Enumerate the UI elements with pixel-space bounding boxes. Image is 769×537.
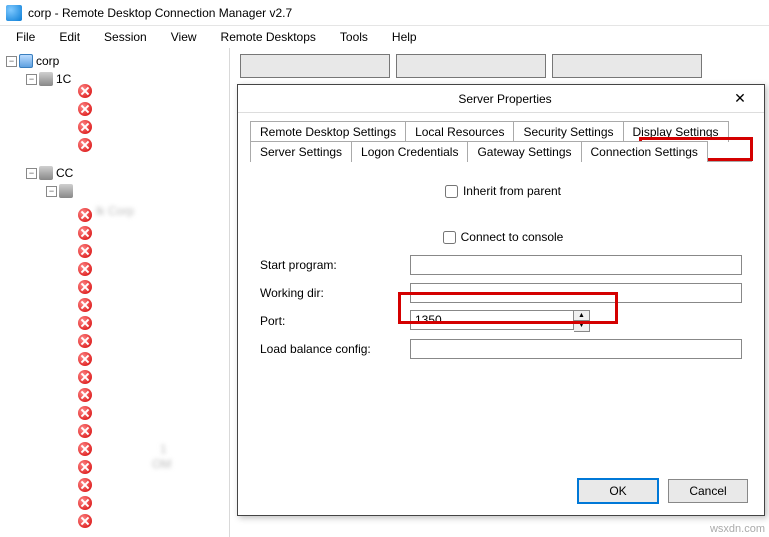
blur-text: lk Corp — [96, 204, 134, 218]
tree-root-label[interactable]: corp — [36, 54, 59, 68]
error-icon[interactable] — [78, 102, 92, 116]
server-thumbnail[interactable] — [552, 54, 702, 78]
inherit-checkbox[interactable] — [445, 185, 458, 198]
inherit-label: Inherit from parent — [463, 184, 561, 198]
error-icon[interactable] — [78, 316, 92, 330]
folder-icon — [19, 54, 33, 68]
tab-logon-credentials[interactable]: Logon Credentials — [351, 141, 468, 162]
server-thumbnail[interactable] — [240, 54, 390, 78]
error-icon[interactable] — [78, 460, 92, 474]
window-title: corp - Remote Desktop Connection Manager… — [28, 6, 292, 20]
tab-strip: Remote Desktop Settings Local Resources … — [250, 121, 752, 162]
watermark: wsxdn.com — [710, 523, 765, 535]
server-group-icon — [39, 166, 53, 180]
collapse-icon[interactable]: − — [6, 56, 17, 67]
error-icon[interactable] — [78, 298, 92, 312]
error-icon[interactable] — [78, 84, 92, 98]
connect-console-label: Connect to console — [461, 230, 564, 244]
server-properties-dialog: Server Properties ✕ Remote Desktop Setti… — [237, 84, 765, 516]
collapse-icon[interactable]: − — [26, 74, 37, 85]
server-tree[interactable]: − corp − 1C − CC − lk Corp — [0, 48, 230, 537]
dialog-titlebar[interactable]: Server Properties ✕ — [238, 85, 764, 113]
tab-server-settings[interactable]: Server Settings — [250, 141, 352, 162]
tab-display-settings[interactable]: Display Settings — [623, 121, 729, 142]
tab-security-settings[interactable]: Security Settings — [513, 121, 623, 142]
dialog-title: Server Properties — [246, 92, 724, 106]
error-icon[interactable] — [78, 514, 92, 528]
working-dir-input[interactable] — [410, 283, 742, 303]
load-balance-input[interactable] — [410, 339, 742, 359]
app-icon — [6, 5, 22, 21]
error-icon[interactable] — [78, 478, 92, 492]
load-balance-label: Load balance config: — [260, 342, 410, 356]
menu-file[interactable]: File — [4, 28, 47, 46]
port-spinner[interactable]: ▲▼ — [574, 310, 590, 332]
thumbnail-row — [230, 48, 769, 84]
error-icon[interactable] — [78, 280, 92, 294]
error-icon[interactable] — [78, 120, 92, 134]
window-titlebar: corp - Remote Desktop Connection Manager… — [0, 0, 769, 26]
menubar: File Edit Session View Remote Desktops T… — [0, 26, 769, 48]
collapse-icon[interactable]: − — [26, 168, 37, 179]
start-program-input[interactable] — [410, 255, 742, 275]
tab-gateway-settings[interactable]: Gateway Settings — [467, 141, 581, 162]
server-group-icon — [39, 72, 53, 86]
error-icon[interactable] — [78, 424, 92, 438]
menu-tools[interactable]: Tools — [328, 28, 380, 46]
error-icon[interactable] — [78, 334, 92, 348]
error-icon[interactable] — [78, 262, 92, 276]
tab-local-resources[interactable]: Local Resources — [405, 121, 514, 142]
error-icon[interactable] — [78, 442, 92, 456]
menu-session[interactable]: Session — [92, 28, 159, 46]
server-group-icon — [59, 184, 73, 198]
server-list-errors — [78, 208, 95, 532]
chevron-down-icon[interactable]: ▼ — [574, 321, 589, 331]
cancel-button[interactable]: Cancel — [668, 479, 748, 503]
error-icon[interactable] — [78, 208, 92, 222]
error-icon[interactable] — [78, 388, 92, 402]
menu-help[interactable]: Help — [380, 28, 429, 46]
menu-remote-desktops[interactable]: Remote Desktops — [209, 28, 328, 46]
error-icon[interactable] — [78, 226, 92, 240]
close-icon[interactable]: ✕ — [724, 89, 756, 109]
ok-button[interactable]: OK — [578, 479, 658, 503]
error-icon[interactable] — [78, 496, 92, 510]
error-icon[interactable] — [78, 138, 92, 152]
chevron-up-icon[interactable]: ▲ — [574, 311, 589, 321]
error-icon[interactable] — [78, 370, 92, 384]
tree-group-label[interactable]: CC — [56, 166, 73, 180]
error-icon[interactable] — [78, 352, 92, 366]
blur-text: 1 — [160, 442, 167, 456]
start-program-label: Start program: — [260, 258, 410, 272]
server-list-errors — [78, 84, 95, 156]
server-thumbnail[interactable] — [396, 54, 546, 78]
menu-edit[interactable]: Edit — [47, 28, 92, 46]
port-input[interactable] — [410, 310, 574, 330]
blur-text: OM — [152, 457, 171, 471]
connect-console-checkbox[interactable] — [443, 231, 456, 244]
error-icon[interactable] — [78, 406, 92, 420]
tab-remote-desktop-settings[interactable]: Remote Desktop Settings — [250, 121, 406, 142]
tab-connection-settings[interactable]: Connection Settings — [581, 141, 708, 162]
working-dir-label: Working dir: — [260, 286, 410, 300]
tree-group-label[interactable]: 1C — [56, 72, 71, 86]
error-icon[interactable] — [78, 244, 92, 258]
collapse-icon[interactable]: − — [46, 186, 57, 197]
menu-view[interactable]: View — [159, 28, 209, 46]
port-label: Port: — [260, 314, 410, 328]
